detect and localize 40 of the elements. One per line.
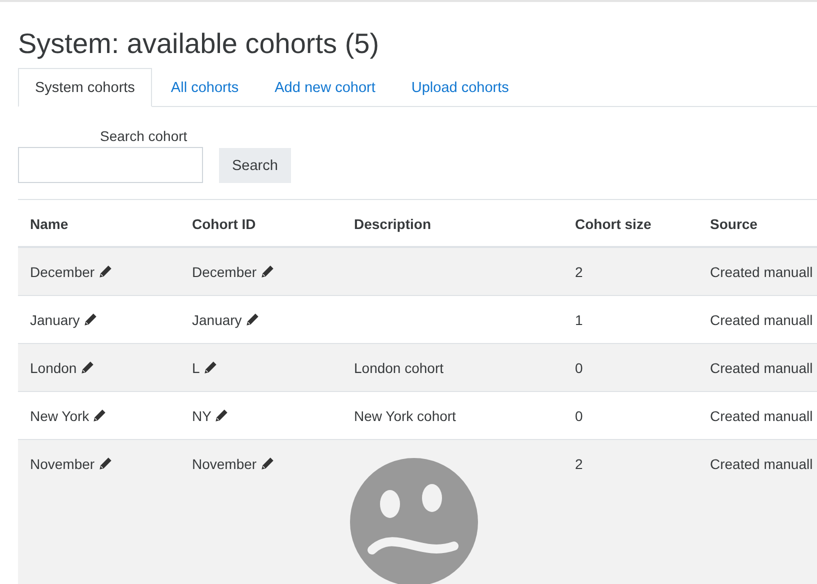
page-title: System: available cohorts (5)	[18, 28, 380, 60]
table-cell: L	[192, 360, 200, 376]
table-cell: January	[30, 312, 80, 328]
table-cell: Created manuall	[710, 312, 813, 328]
table-cell: Created manuall	[710, 408, 813, 424]
pencil-icon[interactable]	[260, 265, 274, 278]
pencil-icon[interactable]	[246, 313, 259, 326]
table-cell: 2	[575, 264, 583, 280]
pencil-icon[interactable]	[215, 409, 228, 422]
table-cell: 0	[575, 408, 583, 424]
table-cell: New York	[30, 408, 90, 424]
tab[interactable]: System cohorts	[18, 68, 152, 107]
table-cell: 2	[575, 456, 583, 472]
table-cell: November	[192, 456, 257, 472]
tab[interactable]: All cohorts	[154, 68, 256, 107]
table-cell: Created manuall	[710, 456, 813, 472]
table-cell: Created manuall	[710, 264, 813, 280]
table-cell: December	[192, 264, 257, 280]
tab[interactable]: Upload cohorts	[394, 68, 526, 107]
table-cell: 1	[575, 312, 583, 328]
pencil-icon[interactable]	[98, 265, 112, 278]
table-cell: January	[192, 312, 242, 328]
pencil-icon[interactable]	[260, 457, 274, 470]
table-cell: New York cohort	[354, 408, 456, 424]
table-cell: November	[30, 456, 95, 472]
search-button[interactable]: Search	[219, 148, 291, 183]
pencil-icon[interactable]	[93, 409, 106, 422]
table-cell: London	[30, 360, 77, 376]
search-label: Search cohort	[99, 128, 188, 144]
table-cell: NY	[192, 408, 212, 424]
pencil-icon[interactable]	[84, 313, 97, 326]
pencil-icon[interactable]	[204, 361, 217, 374]
table-cell: 0	[575, 360, 583, 376]
table-cell: December	[30, 264, 95, 280]
table-cell: Created manuall	[710, 360, 813, 376]
table-cell: London cohort	[354, 360, 444, 376]
pencil-icon[interactable]	[80, 361, 94, 374]
tab[interactable]: Add new cohort	[258, 68, 392, 107]
search-field[interactable]	[18, 147, 203, 183]
pencil-icon[interactable]	[98, 457, 112, 470]
